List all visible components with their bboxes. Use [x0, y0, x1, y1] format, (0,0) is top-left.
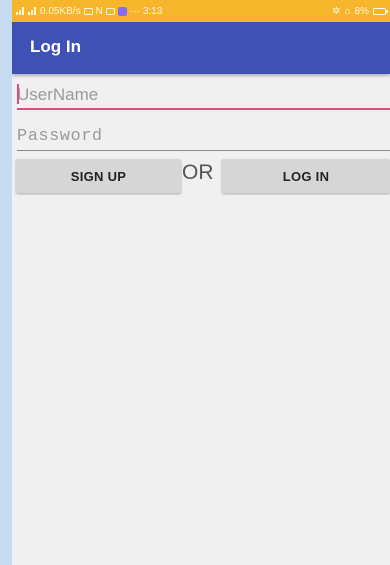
sign-up-button[interactable]: SIGN UP	[16, 159, 181, 193]
message-icon	[105, 7, 115, 15]
status-time: 3:13	[142, 5, 163, 17]
app-bar: Log In	[12, 22, 390, 74]
password-input[interactable]	[17, 123, 390, 151]
bluetooth-icon: ✲	[332, 5, 341, 17]
battery-icon	[373, 7, 388, 15]
log-in-button[interactable]: LOG IN	[222, 159, 390, 193]
app-notification-icon	[117, 6, 127, 16]
status-bar: 0.05KB/s N ··· 3:13 ✲ ⌂ 8%	[12, 0, 390, 22]
alarm-icon: ⌂	[344, 5, 351, 17]
signal-icon-2	[28, 7, 37, 15]
text-cursor	[17, 84, 19, 104]
more-notifications-icon: ···	[129, 5, 140, 17]
network-speed: 0.05KB/s	[40, 5, 81, 17]
page-title: Log In	[30, 37, 81, 56]
battery-percent: 8%	[354, 5, 369, 17]
username-input[interactable]	[17, 82, 390, 110]
or-label: OR	[182, 161, 214, 184]
nfc-icon: N	[95, 5, 103, 17]
signal-icon	[16, 7, 25, 15]
status-left: 0.05KB/s N ··· 3:13	[16, 6, 162, 17]
mail-icon	[83, 7, 93, 15]
phone-screen: 0.05KB/s N ··· 3:13 ✲ ⌂ 8% Log In SIGN U…	[12, 0, 390, 565]
status-right: ✲ ⌂ 8%	[332, 5, 388, 17]
